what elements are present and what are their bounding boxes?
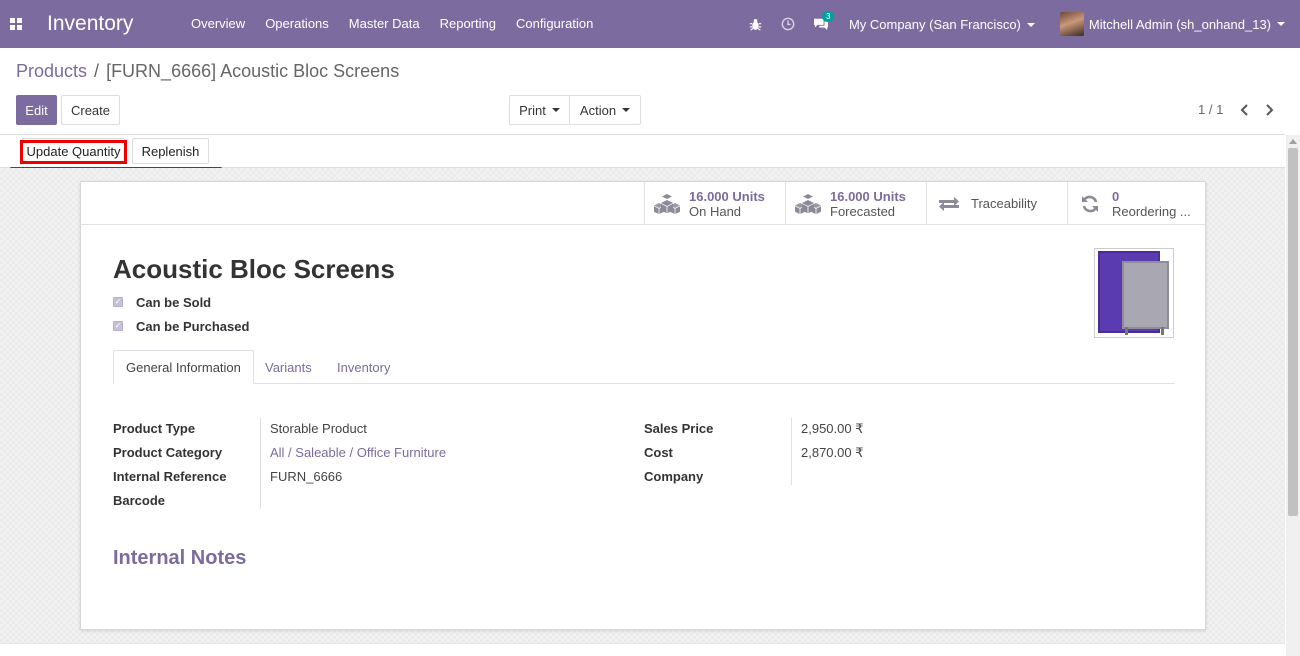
cost-value: 2,870.00 ₹	[801, 445, 864, 460]
menu-overview[interactable]: Overview	[181, 0, 255, 48]
cubes-icon	[645, 193, 689, 215]
messages-icon[interactable]: 3	[805, 0, 838, 48]
scroll-up-icon[interactable]	[1289, 139, 1297, 144]
left-group-divider	[260, 418, 261, 509]
can-be-sold-checkbox[interactable]: ✓	[113, 297, 123, 307]
form-sheet: 16.000 Units On Hand 16.000 Units Foreca…	[80, 181, 1206, 630]
product-category-link[interactable]: All / Saleable / Office Furniture	[270, 445, 446, 460]
scrollbar-thumb[interactable]	[1288, 148, 1298, 516]
on-hand-label: On Hand	[689, 203, 742, 219]
pager-value[interactable]: 1 / 1	[1198, 102, 1223, 117]
exchange-icon	[927, 196, 971, 212]
can-be-purchased-label: Can be Purchased	[136, 319, 250, 334]
pager-previous-icon[interactable]	[1236, 100, 1252, 120]
internal-reference-value: FURN_6666	[270, 469, 343, 484]
menu-reporting[interactable]: Reporting	[430, 0, 506, 48]
user-name: Mitchell Admin (sh_onhand_13)	[1088, 16, 1271, 32]
can-be-sold-label: Can be Sold	[136, 295, 212, 310]
chevron-down-icon	[622, 108, 631, 112]
on-hand-smart-button[interactable]: 16.000 Units On Hand	[644, 182, 785, 225]
tab-variants[interactable]: Variants	[253, 350, 324, 384]
highlight-box	[20, 140, 127, 164]
replenish-button[interactable]: Replenish	[132, 138, 209, 164]
company-label: Company	[644, 469, 704, 484]
forecasted-value: 16.000 Units	[830, 188, 906, 204]
breadcrumb-current: [FURN_6666] Acoustic Bloc Screens	[106, 61, 400, 81]
apps-menu-icon[interactable]	[0, 0, 32, 48]
barcode-label: Barcode	[113, 493, 166, 508]
menu-master-data[interactable]: Master Data	[339, 0, 430, 48]
traceability-smart-button[interactable]: Traceability	[926, 182, 1067, 225]
sales-price-value: 2,950.00 ₹	[801, 421, 864, 436]
pager-next-icon[interactable]	[1262, 100, 1278, 120]
on-hand-value: 16.000 Units	[689, 188, 765, 204]
action-label: Action	[579, 102, 617, 118]
print-dropdown[interactable]: Print	[509, 95, 570, 125]
reordering-value: 0	[1112, 188, 1120, 204]
tab-general-information[interactable]: General Information	[113, 350, 254, 384]
debug-bug-icon[interactable]	[739, 0, 772, 48]
tab-inventory[interactable]: Inventory	[325, 350, 402, 384]
chevron-down-icon	[1026, 23, 1035, 28]
breadcrumb: Products / [FURN_6666] Acoustic Bloc Scree…	[16, 61, 399, 82]
company-name: My Company (San Francisco)	[848, 16, 1021, 32]
chevron-down-icon	[1277, 22, 1285, 26]
main-menu: Overview Operations Master Data Reportin…	[181, 0, 603, 48]
product-image[interactable]	[1094, 248, 1174, 338]
messages-badge: 3	[821, 11, 835, 22]
company-switcher[interactable]: My Company (San Francisco)	[838, 17, 1047, 32]
internal-notes-heading: Internal Notes	[113, 547, 247, 569]
create-button[interactable]: Create	[61, 95, 120, 125]
product-type-label: Product Type	[113, 421, 196, 436]
product-category-label: Product Category	[113, 445, 223, 460]
cost-label: Cost	[644, 445, 673, 460]
breadcrumb-separator: /	[94, 61, 100, 81]
avatar	[1059, 12, 1084, 36]
sales-price-label: Sales Price	[644, 421, 714, 436]
reordering-smart-button[interactable]: 0 Reordering ...	[1067, 182, 1205, 225]
forecasted-smart-button[interactable]: 16.000 Units Forecasted	[785, 182, 926, 225]
user-menu[interactable]: Mitchell Admin (sh_onhand_13)	[1047, 12, 1300, 36]
menu-operations[interactable]: Operations	[255, 0, 339, 48]
activity-clock-icon[interactable]	[772, 0, 805, 48]
traceability-label: Traceability	[971, 196, 1037, 211]
product-type-value: Storable Product	[270, 421, 367, 436]
systray: 3 My Company (San Francisco) Mitchell Ad…	[739, 0, 1300, 48]
bottom-strip	[0, 643, 1285, 656]
chevron-down-icon	[551, 108, 560, 112]
print-label: Print	[519, 102, 546, 118]
cubes-icon	[786, 193, 830, 215]
reordering-label: Reordering ...	[1112, 203, 1191, 219]
internal-reference-label: Internal Reference	[113, 469, 227, 484]
forecasted-label: Forecasted	[830, 203, 896, 219]
can-be-purchased-checkbox[interactable]: ✓	[113, 321, 123, 331]
refresh-icon	[1068, 194, 1112, 214]
right-group-divider	[791, 418, 792, 485]
menu-configuration[interactable]: Configuration	[506, 0, 603, 48]
product-name: Acoustic Bloc Screens	[113, 254, 395, 284]
app-title[interactable]: Inventory	[47, 12, 177, 36]
top-navbar: Inventory Overview Operations Master Dat…	[0, 0, 1300, 48]
action-dropdown[interactable]: Action	[569, 95, 641, 125]
smart-button-box: 16.000 Units On Hand 16.000 Units Foreca…	[81, 182, 1205, 225]
edit-button[interactable]: Edit	[16, 95, 57, 125]
breadcrumb-products-link[interactable]: Products	[16, 61, 87, 81]
